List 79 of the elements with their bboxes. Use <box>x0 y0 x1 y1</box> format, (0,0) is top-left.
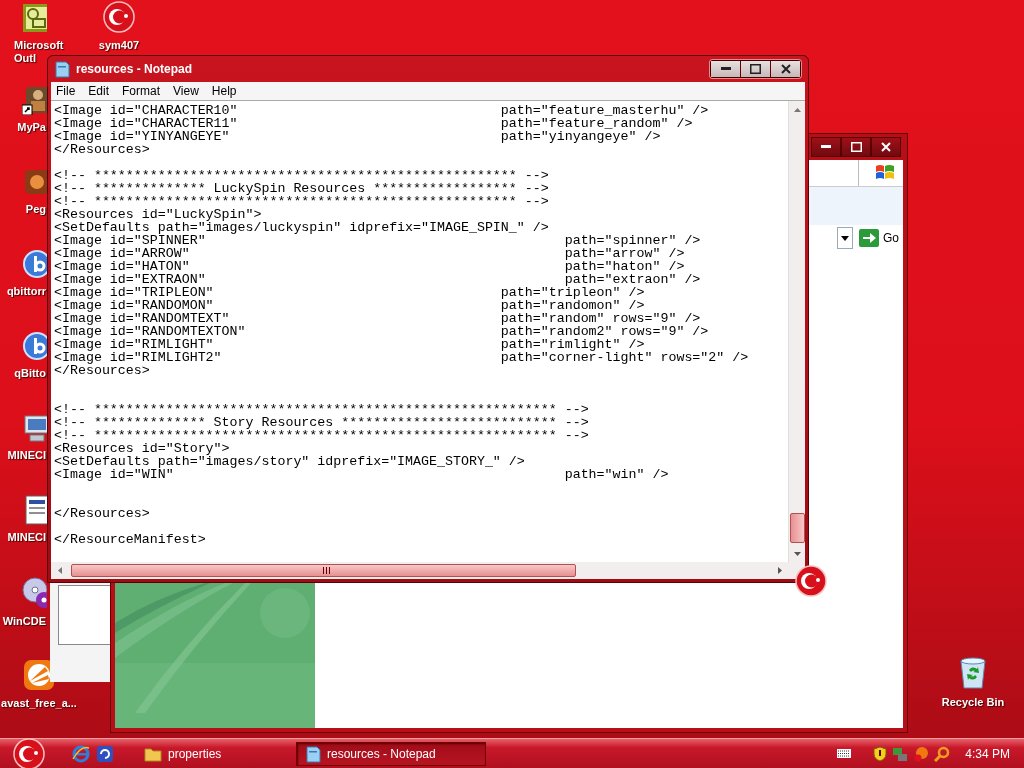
search-icon[interactable] <box>934 745 951 762</box>
desktop-shortcut[interactable]: Recycle Bin <box>934 656 1012 709</box>
code-line: <Image id="WIN" path="win" /> <box>54 468 670 481</box>
desktop-shortcut[interactable]: MINECI <box>0 495 47 544</box>
crescent-icon <box>795 565 827 597</box>
scrollbar-thumb[interactable] <box>71 564 576 577</box>
menu-item[interactable]: Help <box>211 84 237 98</box>
windows-logo-icon <box>875 164 895 182</box>
maximize-button[interactable] <box>841 137 871 157</box>
close-icon <box>780 64 791 74</box>
code-line: <Image id="ARROW" path="arrow" /> <box>54 247 686 260</box>
desktop-shortcut[interactable]: Microsoft Outl <box>0 3 67 65</box>
close-button[interactable] <box>770 61 800 77</box>
code-line: </Resources> <box>54 143 151 156</box>
code-line: <Image id="RIMLIGHT2" path="corner-light" rows="2" /> <box>54 351 750 364</box>
desktop-shortcut[interactable]: Peg <box>0 167 47 216</box>
horizontal-scrollbar[interactable] <box>51 562 788 579</box>
start-button[interactable] <box>10 738 48 768</box>
code-line: <Resources id="LuckySpin"> <box>54 208 262 221</box>
clock[interactable]: 4:34 PM <box>965 746 1010 761</box>
window-title: resources - Notepad <box>76 62 194 76</box>
minimize-button[interactable] <box>711 61 740 77</box>
code-line: <SetDefaults path="images/luckyspin" idprefix="IMAGE_SPIN_" /> <box>54 221 550 234</box>
code-line: <Image id="TRIPLEON" path="tripleon" /> <box>54 286 645 299</box>
menu-item[interactable]: Edit <box>88 84 110 98</box>
keyboard-icon[interactable] <box>837 749 852 758</box>
code-line: <!-- ************** Story Resources *************************** --> <box>54 416 590 429</box>
code-line: <!-- ***************************************************** --> <box>54 195 550 208</box>
code-line: <Image id="YINYANGEYE" path="yinyangeye" /> <box>54 130 661 143</box>
desktop-shortcut[interactable]: sym407 <box>80 1 158 52</box>
maximize-icon <box>750 64 761 74</box>
code-line: <Resources id="Story"> <box>54 442 230 455</box>
code-line: <Image id="RIMLIGHT" path="rimlight" /> <box>54 338 645 351</box>
code-line: <Image id="RANDOMTEXT" path="random" rows="9" /> <box>54 312 702 325</box>
code-line: <Image id="RANDOMTEXTON" path="random2" rows="9" /> <box>54 325 710 338</box>
shield-icon[interactable] <box>873 745 888 762</box>
code-line: <Image id="RANDOMON" path="randomon" /> <box>54 299 646 312</box>
code-line: <!-- ********************************************************** --> <box>54 403 590 416</box>
minimize-icon <box>720 67 731 71</box>
grip-icon <box>323 567 330 574</box>
notepad-icon <box>54 60 70 78</box>
code-line: <SetDefaults path="images/story" idprefix="IMAGE_STORY_" /> <box>54 455 526 468</box>
folder-icon <box>144 745 162 762</box>
clock-envelope-icon <box>22 3 47 33</box>
code-line: <!-- ********************************************************** --> <box>54 429 590 442</box>
desktop-shortcut[interactable]: avast_free_a... <box>0 659 78 710</box>
code-line: </Resources> <box>54 507 151 520</box>
code-line: <!-- ***************************************************** --> <box>54 169 550 182</box>
recycle-bin-icon <box>958 656 988 690</box>
taskbar-button[interactable]: resources - Notepad <box>296 741 486 766</box>
browser-icon[interactable] <box>72 744 90 763</box>
menu-item[interactable]: View <box>173 84 199 98</box>
close-icon <box>881 142 891 152</box>
menu-item[interactable]: File <box>56 84 76 98</box>
minimize-button[interactable] <box>811 137 841 157</box>
maximize-button[interactable] <box>740 61 770 77</box>
code-line: <Image id="CHARACTER10" path="feature_masterhu" /> <box>54 104 710 117</box>
menu-item[interactable]: Format <box>122 84 161 98</box>
code-line: <Image id="CHARACTER11" path="feature_random" /> <box>54 117 694 130</box>
figure-shortcut-icon <box>22 85 47 115</box>
notepad-icon <box>305 744 321 763</box>
code-line: <!-- ************** LuckySpin Resources ****************** --> <box>54 182 550 195</box>
code-line: <Image id="HATON" path="haton" /> <box>54 260 686 273</box>
taskbar-button[interactable]: properties <box>136 741 296 766</box>
code-line: </Resources> <box>54 364 151 377</box>
scrollbar-thumb[interactable] <box>790 513 805 543</box>
document-icon <box>22 495 47 525</box>
go-button[interactable]: Go <box>859 229 899 247</box>
close-button[interactable] <box>871 137 901 157</box>
code-line: </ResourceManifest> <box>54 533 207 546</box>
minimize-icon <box>821 145 831 149</box>
crescent-icon <box>103 1 135 33</box>
maximize-icon <box>850 142 862 152</box>
vertical-scrollbar[interactable] <box>788 101 805 562</box>
code-line: <Image id="EXTRAON" path="extraon" /> <box>54 273 702 286</box>
app-icon[interactable] <box>96 744 114 763</box>
code-line: <Image id="SPINNER" path="spinner" /> <box>54 234 702 247</box>
crescent-icon <box>13 737 45 768</box>
app-icon <box>22 167 47 197</box>
